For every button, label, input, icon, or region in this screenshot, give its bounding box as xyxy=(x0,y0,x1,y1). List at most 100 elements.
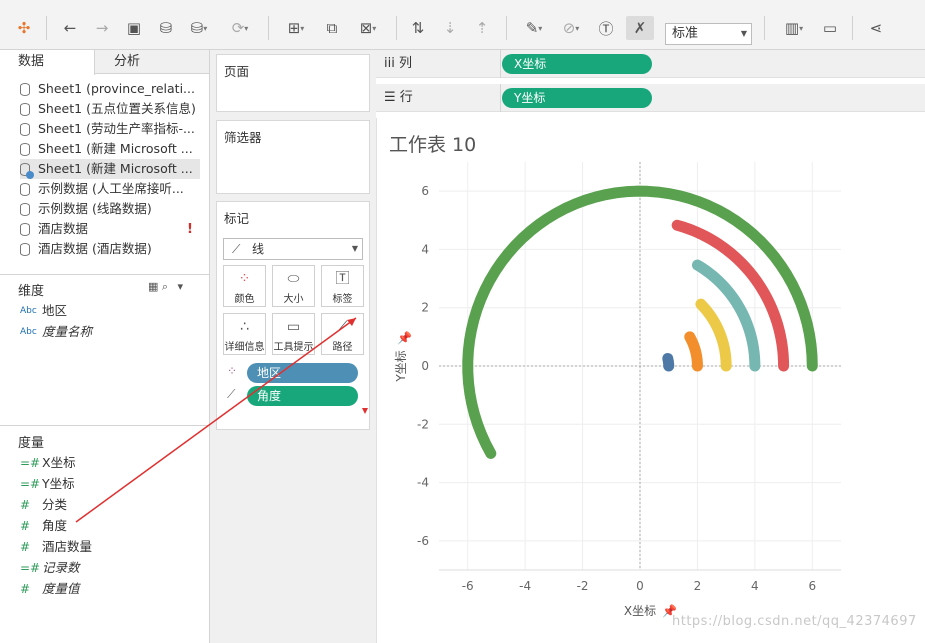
datasource-item[interactable]: 酒店数据 xyxy=(20,219,200,239)
number-type-icon: # xyxy=(20,582,31,596)
measure-field[interactable]: =# X坐标 xyxy=(20,453,76,473)
datasource-icon[interactable]: ⛁ ▾ xyxy=(184,16,214,40)
number-type-icon: # xyxy=(20,498,31,512)
datasource-item[interactable]: Sheet1 (新建 Microsoft ... xyxy=(20,159,200,179)
toolbar: ✣ ← → ▣ ⛁ ⛁ ▾ ⟳ ▾ ⊞ ▾ ⧉ ⊠ ▾ ⇅ ⇣ ⇡ ✎ ▾ ⊘ ▾ Ⓣ ✗ … xyxy=(0,6,925,50)
duplicate-sheet-icon[interactable]: ⧉ xyxy=(320,16,344,40)
x-tick-label: -2 xyxy=(577,579,589,593)
new-datasource-icon[interactable]: ⛁ xyxy=(154,16,178,40)
pages-card[interactable]: 页面 xyxy=(216,54,370,112)
measures-title: 度量 xyxy=(18,436,45,451)
field-label: 度量值 xyxy=(42,581,80,596)
clear-sheet-icon[interactable]: ⊠ ▾ xyxy=(350,16,386,40)
group-icon[interactable]: ⊘ ▾ xyxy=(556,16,586,40)
view-area[interactable]: 工作表 10 -6 -4 -2 0 2 4 6 -6 -4 -2 0 2 4 6 X坐标 📌 Y坐标 📌 xyxy=(376,118,925,643)
tableau-logo-icon[interactable]: ✣ xyxy=(12,16,36,40)
measure-field[interactable]: # 酒店数量 xyxy=(20,537,92,557)
undo-icon[interactable]: ← xyxy=(58,16,82,40)
warning-icon: ! xyxy=(187,222,193,237)
cards-pane: 页面 筛选器 标记 ⟋ 线 ▼ ⁘ 颜色 ⬭ 大小 🅃 标签 ∴ 详细信息 ▭ 工具提示 ⟋… xyxy=(210,50,376,643)
rows-icon: ☰ xyxy=(384,90,396,105)
measure-field[interactable]: # 角度 xyxy=(20,516,67,536)
path-button[interactable]: ⟋ 路径 xyxy=(321,313,364,355)
datasource-label: Sheet1 (劳动生产率指标-... xyxy=(38,121,195,136)
tab-data[interactable]: 数据 xyxy=(0,50,95,75)
y-pill[interactable]: Y坐标 xyxy=(502,88,652,108)
database-icon xyxy=(20,122,30,136)
refresh-icon[interactable]: ⟳ ▾ xyxy=(222,16,258,40)
sort-desc-icon[interactable]: ⇡ xyxy=(470,16,494,40)
region-pill[interactable]: 地区 xyxy=(247,363,358,383)
dimension-tools-icons[interactable]: ▦ ⌕ ▾ xyxy=(148,280,183,294)
redo-icon[interactable]: → xyxy=(90,16,114,40)
database-icon xyxy=(20,222,30,236)
new-worksheet-icon[interactable]: ⊞ ▾ xyxy=(278,16,314,40)
chart-svg[interactable]: -6 -4 -2 0 2 4 6-6-4-20246X坐标 📌Y坐标📌 xyxy=(377,118,925,643)
filters-card[interactable]: 筛选器 xyxy=(216,120,370,194)
y-tick-label: 0 xyxy=(421,359,429,373)
path-icon: ⟋ xyxy=(337,319,348,335)
rows-shelf[interactable]: ☰ 行 Y坐标 xyxy=(376,84,925,112)
measure-field[interactable]: # 度量值 xyxy=(20,579,80,599)
show-me-icon[interactable]: ▥ ▾ xyxy=(774,16,814,40)
marks-title: 标记 xyxy=(224,211,250,226)
measure-field[interactable]: =# Y坐标 xyxy=(20,474,75,494)
datasource-item[interactable]: 酒店数据 (酒店数据) xyxy=(20,239,200,259)
swap-icon[interactable]: ⇅ xyxy=(406,16,430,40)
tooltip-icon: ▭ xyxy=(286,319,301,335)
field-label: 地区 xyxy=(42,303,68,318)
y-tick-label: 4 xyxy=(421,242,429,256)
datasource-item[interactable]: Sheet1 (province_relati... xyxy=(20,79,200,99)
active-check-icon xyxy=(26,170,34,179)
fix-axes-icon[interactable]: ✗ xyxy=(626,16,654,40)
x-tick-label: -4 xyxy=(519,579,531,593)
color-encoding-icon: ⁘ xyxy=(227,364,238,378)
field-label: 度量名称 xyxy=(42,324,93,339)
detail-icon: ∴ xyxy=(240,319,249,335)
presentation-icon[interactable]: ▭ xyxy=(818,16,842,40)
database-icon xyxy=(20,162,34,179)
fit-select[interactable]: 标准 ▼ xyxy=(665,23,752,45)
mark-type-select[interactable]: ⟋ 线 ▼ xyxy=(223,238,363,260)
measure-field[interactable]: # 分类 xyxy=(20,495,67,515)
field-label: Y坐标 xyxy=(42,476,75,491)
x-tick-label: 0 xyxy=(636,579,644,593)
datasource-item[interactable]: Sheet1 (五点位置关系信息) xyxy=(20,99,200,119)
x-tick-label: 2 xyxy=(694,579,702,593)
dimensions-title: 维度 xyxy=(18,284,45,299)
angle-pill[interactable]: 角度 xyxy=(247,386,358,406)
datasource-item[interactable]: 示例数据 (人工坐席接听... xyxy=(20,179,200,199)
dimension-field[interactable]: Abc 度量名称 xyxy=(20,322,92,342)
y-tick-label: -2 xyxy=(417,417,429,431)
datasource-item[interactable]: Sheet1 (劳动生产率指标-... xyxy=(20,119,200,139)
sort-asc-icon[interactable]: ⇣ xyxy=(438,16,462,40)
label-icon: 🅃 xyxy=(335,271,350,287)
columns-shelf[interactable]: iii 列 X坐标 xyxy=(376,50,925,78)
detail-button[interactable]: ∴ 详细信息 xyxy=(223,313,266,355)
database-icon xyxy=(20,82,30,96)
path-encoding-icon: ⟋ xyxy=(227,387,236,401)
database-icon xyxy=(20,102,30,116)
columns-label: 列 xyxy=(398,56,412,71)
datasource-item[interactable]: Sheet1 (新建 Microsoft ... xyxy=(20,139,200,159)
highlight-icon[interactable]: ✎ ▾ xyxy=(516,16,552,40)
number-type-icon: =# xyxy=(20,477,41,491)
database-icon xyxy=(20,182,30,196)
share-icon[interactable]: ⋖ xyxy=(864,16,888,40)
database-icon xyxy=(20,242,30,256)
series-line xyxy=(695,298,732,372)
tooltip-button[interactable]: ▭ 工具提示 xyxy=(272,313,315,355)
save-icon[interactable]: ▣ xyxy=(122,16,146,40)
measure-field[interactable]: =# 记录数 xyxy=(20,558,80,578)
color-button[interactable]: ⁘ 颜色 xyxy=(223,265,266,307)
tab-analysis[interactable]: 分析 xyxy=(96,50,196,74)
datasource-item[interactable]: 示例数据 (线路数据) xyxy=(20,199,200,219)
pane-tabs: 数据 分析 xyxy=(0,50,209,75)
label-button[interactable]: 🅃 标签 xyxy=(321,265,364,307)
x-pill[interactable]: X坐标 xyxy=(502,54,652,74)
label-icon[interactable]: Ⓣ xyxy=(594,16,618,40)
string-type-icon: Abc xyxy=(20,327,37,337)
size-button[interactable]: ⬭ 大小 xyxy=(272,265,315,307)
x-tick-label: 6 xyxy=(808,579,816,593)
dimension-field[interactable]: Abc 地区 xyxy=(20,301,67,321)
